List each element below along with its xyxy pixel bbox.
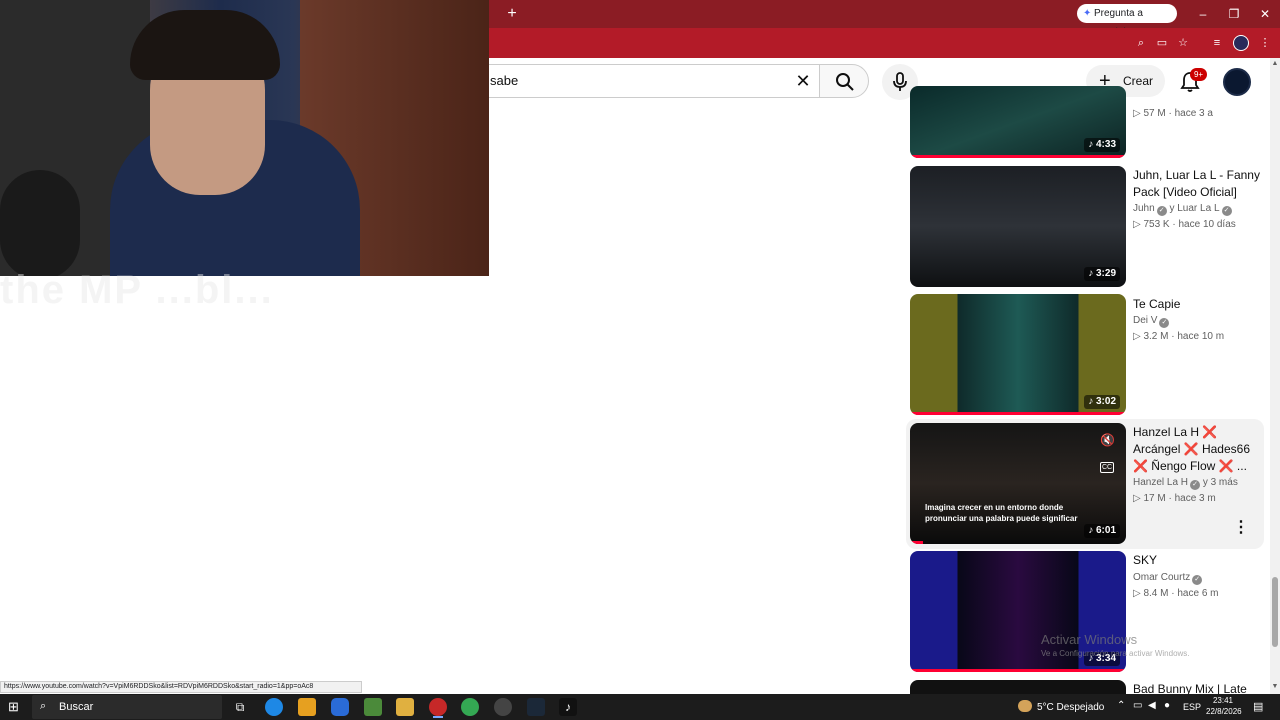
microphone-foam bbox=[0, 170, 80, 276]
verified-icon: ✓ bbox=[1221, 206, 1232, 216]
video-duration: ♪ 3:29 bbox=[1084, 267, 1120, 281]
more-actions-icon[interactable]: ⋮ bbox=[1233, 518, 1249, 538]
search-icon bbox=[836, 73, 854, 91]
mail-app-icon[interactable] bbox=[331, 698, 349, 716]
muted-speaker-icon[interactable]: 🔇 bbox=[1100, 433, 1116, 449]
video-duration: ♪ 6:01 bbox=[1084, 524, 1120, 538]
scrollbar-thumb[interactable] bbox=[1272, 577, 1278, 647]
task-view-icon[interactable]: ⧉ bbox=[231, 698, 249, 716]
microsoft-store-icon[interactable] bbox=[298, 698, 316, 716]
file-explorer-icon[interactable] bbox=[396, 698, 414, 716]
video-thumbnail[interactable]: ♪ 4:33 bbox=[910, 86, 1126, 158]
webcam-overlay bbox=[0, 0, 489, 276]
video-duration: ♪ 3:02 bbox=[1084, 395, 1120, 409]
video-thumbnail[interactable]: ♪ 3:29 bbox=[910, 166, 1126, 287]
preview-caption: Imagina crecer en un entorno donde pronu… bbox=[925, 503, 1078, 523]
edge-browser-icon[interactable] bbox=[265, 698, 283, 716]
video-thumbnail[interactable]: ♪ 3:02 bbox=[910, 294, 1126, 415]
weather-icon[interactable] bbox=[1018, 700, 1032, 712]
maximize-window-button[interactable]: ❐ bbox=[1224, 5, 1244, 23]
gemini-spark-icon: ✦ bbox=[1083, 8, 1092, 19]
verified-icon: ✓ bbox=[1192, 575, 1203, 585]
show-hidden-icons-chevron-icon[interactable]: ⌃ bbox=[1117, 700, 1125, 711]
video-channel[interactable]: Juhn ✓ y Luar La L ✓ bbox=[1133, 203, 1232, 216]
video-meta: ▷ 3.2 M · hace 10 m bbox=[1133, 331, 1225, 342]
video-thumbnail-preview[interactable]: ♪ 6:01 bbox=[910, 423, 1126, 544]
verified-icon: ✓ bbox=[1156, 206, 1167, 216]
activate-windows-subtitle: Ve a Configuración para activar Windows. bbox=[1041, 649, 1190, 658]
reading-list-icon[interactable]: ≡ bbox=[1209, 35, 1225, 51]
video-title[interactable]: Bad Bunny Mix | Late bbox=[1133, 681, 1263, 694]
browser-menu-icon[interactable]: ⋮ bbox=[1257, 35, 1273, 51]
notification-center-icon[interactable]: ▤ bbox=[1253, 700, 1263, 713]
tiktok-icon[interactable]: ♪ bbox=[559, 698, 577, 716]
active-app-indicator bbox=[433, 716, 443, 718]
video-thumbnail[interactable] bbox=[910, 680, 1126, 694]
windows-start-icon[interactable]: ⊞ bbox=[8, 700, 22, 714]
network-icon[interactable]: ▭ bbox=[1133, 700, 1142, 711]
minimize-window-button[interactable]: – bbox=[1193, 5, 1213, 23]
bookmark-star-icon[interactable]: ☆ bbox=[1175, 35, 1191, 51]
obs-studio-icon[interactable] bbox=[494, 698, 512, 716]
link-status-bar: https://www.youtube.com/watch?v=VpiM6RDD… bbox=[0, 681, 362, 693]
search-input-value[interactable]: sabe bbox=[490, 73, 518, 88]
cast-icon[interactable]: ▭ bbox=[1154, 35, 1170, 51]
search-icon: ⌕ bbox=[40, 700, 47, 712]
new-tab-button[interactable]: + bbox=[503, 5, 521, 23]
notification-count-badge: 9+ bbox=[1190, 68, 1207, 81]
account-avatar[interactable] bbox=[1223, 68, 1251, 96]
video-title[interactable]: SKY bbox=[1133, 552, 1263, 569]
verified-icon: ✓ bbox=[1190, 480, 1201, 490]
minecraft-icon[interactable] bbox=[364, 698, 382, 716]
scroll-up-arrow-icon[interactable]: ▲ bbox=[1271, 60, 1279, 67]
closed-captions-icon[interactable]: CC bbox=[1100, 462, 1114, 473]
video-title[interactable]: Hanzel La H ❌ Arcángel ❌ Hades66 ❌ Ñengo… bbox=[1133, 424, 1255, 475]
faint-overlay-text: the MP ...bl... bbox=[0, 268, 274, 312]
video-meta: ▷ 57 M · hace 3 a bbox=[1133, 108, 1213, 119]
video-meta: ▷ 753 K · hace 10 días bbox=[1133, 219, 1236, 230]
chrome-active-icon[interactable] bbox=[429, 698, 447, 716]
activate-windows-title: Activar Windows bbox=[1041, 632, 1138, 647]
zoom-icon[interactable]: ⌕ bbox=[1133, 35, 1149, 51]
scroll-down-arrow-icon[interactable]: ▼ bbox=[1271, 683, 1279, 690]
browser-profile-avatar[interactable] bbox=[1233, 35, 1249, 51]
weather-label[interactable]: 5°C Despejado bbox=[1037, 702, 1104, 713]
microphone-icon bbox=[893, 72, 907, 91]
video-duration: ♪ 4:33 bbox=[1084, 138, 1120, 152]
taskbar-clock-date[interactable]: 22/8/2026 bbox=[1206, 707, 1242, 716]
steam-icon[interactable] bbox=[527, 698, 545, 716]
search-input[interactable] bbox=[489, 64, 819, 98]
verified-icon: ✓ bbox=[1159, 318, 1170, 328]
taskbar-clock-time[interactable]: 23:41 bbox=[1206, 696, 1240, 705]
taskbar-search-label: Buscar bbox=[59, 701, 94, 713]
close-window-button[interactable]: ✕ bbox=[1255, 5, 1275, 23]
clear-search-icon[interactable]: ✕ bbox=[794, 70, 812, 92]
video-channel[interactable]: Omar Courtz ✓ bbox=[1133, 572, 1203, 585]
video-channel[interactable]: Hanzel La H ✓ y 3 más bbox=[1133, 477, 1238, 490]
video-meta: ▷ 17 M · hace 3 m bbox=[1133, 493, 1216, 504]
input-language[interactable]: ESP bbox=[1183, 702, 1201, 712]
video-title[interactable]: Juhn, Luar La L - Fanny Pack [Video Ofic… bbox=[1133, 167, 1263, 201]
video-title[interactable]: Te Capie bbox=[1133, 296, 1263, 313]
video-meta: ▷ 8.4 M · hace 6 m bbox=[1133, 588, 1219, 599]
ask-gemini-button[interactable]: ✦ Pregunta a Gemini bbox=[1077, 4, 1177, 38]
volume-icon[interactable]: ◀ bbox=[1148, 700, 1156, 711]
search-button[interactable] bbox=[819, 64, 869, 98]
chrome-icon[interactable] bbox=[461, 698, 479, 716]
microphone-tray-icon[interactable]: ● bbox=[1164, 700, 1170, 711]
video-channel[interactable]: Dei V ✓ bbox=[1133, 315, 1170, 328]
